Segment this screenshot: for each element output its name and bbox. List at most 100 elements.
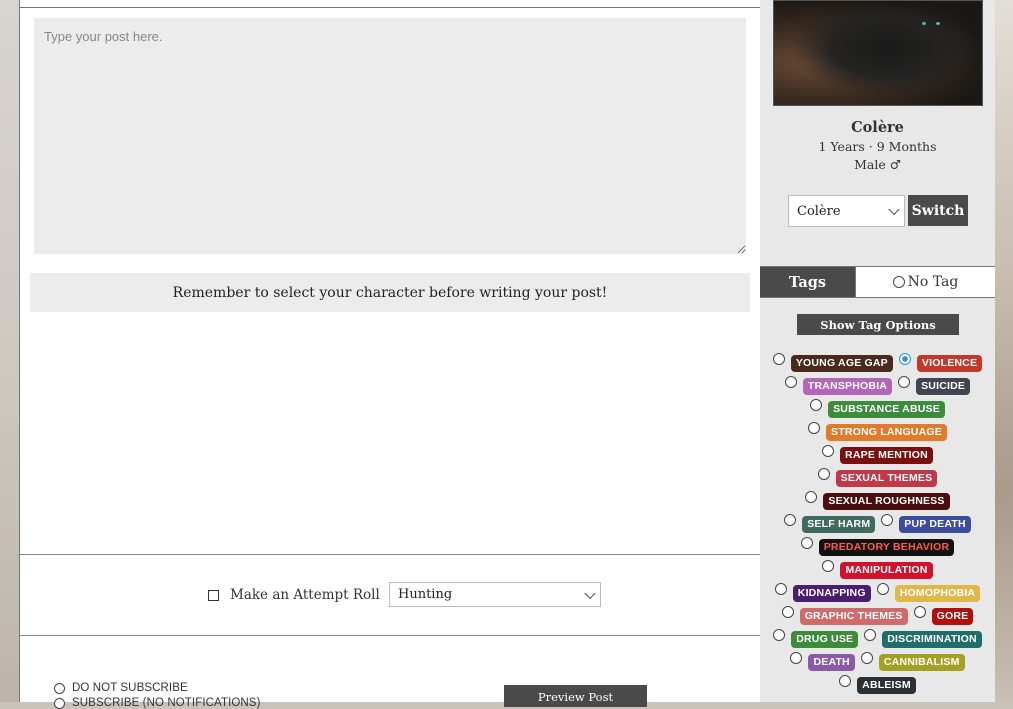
tag-option[interactable]: GORE [913, 606, 974, 625]
tag-radio[interactable] [800, 537, 813, 549]
tag-option[interactable]: PREDATORY BEHAVIOR [800, 537, 955, 556]
no-tag-label: No Tag [907, 274, 959, 290]
tag-label: RAPE MENTION [840, 447, 933, 464]
preview-post-button[interactable]: Preview Post [504, 685, 647, 707]
tag-label: SEXUAL ROUGHNESS [823, 493, 950, 510]
subscribe-option[interactable]: DO NOT SUBSCRIBE [54, 682, 188, 694]
tag-radio[interactable] [773, 629, 786, 641]
tag-option[interactable]: DRUG USE [773, 629, 859, 648]
tag-radio[interactable] [784, 514, 797, 526]
character-age: 1 Years · 9 Months [818, 139, 937, 154]
tag-option[interactable]: MANIPULATION [822, 560, 933, 579]
tag-label: DRUG USE [791, 631, 859, 648]
avatar-eye [936, 22, 940, 25]
post-form: Remember to select your character before… [19, 0, 762, 709]
tag-radio[interactable] [898, 376, 911, 388]
tag-option[interactable]: STRONG LANGUAGE [808, 422, 947, 441]
tag-label: SEXUAL THEMES [835, 470, 938, 487]
page-background-right [995, 0, 1013, 702]
tag-row: ABLEISM [760, 675, 995, 694]
tag-radio[interactable] [860, 652, 873, 664]
tag-row: GRAPHIC THEMES GORE [760, 606, 995, 625]
tags-bar: Tags No Tag [760, 266, 995, 298]
tag-option[interactable]: PUP DEATH [881, 514, 971, 533]
tag-option[interactable]: DISCRIMINATION [864, 629, 982, 648]
tag-option[interactable]: SUICIDE [898, 376, 971, 395]
tag-option[interactable]: YOUNG AGE GAP [772, 353, 893, 372]
subscribe-option-label: SUBSCRIBE (NO NOTIFICATIONS) [72, 697, 261, 709]
tag-option[interactable]: DEATH [790, 652, 855, 671]
tag-option[interactable]: SELF HARM [784, 514, 876, 533]
tag-row: MANIPULATION [760, 560, 995, 579]
character-name: Colère [851, 119, 904, 136]
tag-label: TRANSPHOBIA [802, 378, 893, 395]
tag-label: SUICIDE [916, 378, 971, 395]
tag-radio[interactable] [808, 422, 821, 434]
tag-radio[interactable] [913, 606, 926, 618]
tag-row: SEXUAL ROUGHNESS [760, 491, 995, 510]
tag-label: DISCRIMINATION [882, 631, 982, 648]
attempt-roll-select[interactable]: Hunting [389, 582, 601, 607]
tag-radio[interactable] [839, 675, 852, 687]
character-sex: Male ♂ [854, 157, 901, 172]
tag-radio[interactable] [784, 376, 797, 388]
tag-row: DEATH CANNIBALISM [760, 652, 995, 671]
character-sidebar: Colère 1 Years · 9 Months Male ♂ Colère … [760, 0, 995, 702]
attempt-roll-label[interactable]: Make an Attempt Roll [230, 587, 380, 603]
tag-option[interactable]: SUBSTANCE ABUSE [810, 399, 945, 418]
post-textarea[interactable] [34, 18, 746, 254]
subscribe-option-label: DO NOT SUBSCRIBE [72, 682, 188, 694]
tag-option[interactable]: SEXUAL ROUGHNESS [805, 491, 950, 510]
reminder-text: Remember to select your character before… [172, 284, 608, 301]
tag-label: MANIPULATION [840, 562, 933, 579]
subscribe-option[interactable]: SUBSCRIBE (NO NOTIFICATIONS) [54, 697, 261, 709]
tag-option[interactable]: TRANSPHOBIA [784, 376, 893, 395]
tag-label: HOMOPHOBIA [894, 585, 981, 602]
tag-option[interactable]: RAPE MENTION [822, 445, 933, 464]
character-select[interactable]: Colère [788, 195, 905, 227]
tag-radio[interactable] [817, 468, 830, 480]
tag-option[interactable]: CANNIBALISM [860, 652, 965, 671]
tag-radio[interactable] [864, 629, 877, 641]
tag-label: DEATH [808, 654, 855, 671]
subscribe-radio[interactable] [54, 682, 65, 694]
tag-radio[interactable] [781, 606, 794, 618]
tag-label: SUBSTANCE ABUSE [828, 401, 945, 418]
tag-row: DRUG USE DISCRIMINATION [760, 629, 995, 648]
tag-label: ABLEISM [857, 677, 916, 694]
tag-row: SEXUAL THEMES [760, 468, 995, 487]
no-tag-option[interactable]: No Tag [855, 267, 995, 297]
tag-label: VIOLENCE [916, 355, 983, 372]
tab-tags[interactable]: Tags [760, 267, 855, 297]
tag-radio[interactable] [805, 491, 818, 503]
tag-radio[interactable] [822, 445, 835, 457]
tag-option[interactable]: VIOLENCE [898, 353, 983, 372]
page-background-left [0, 0, 20, 702]
tag-radio[interactable] [898, 353, 911, 365]
show-tag-options-button[interactable]: Show Tag Options [797, 314, 959, 335]
divider [20, 554, 761, 555]
tag-row: RAPE MENTION [760, 445, 995, 464]
tag-label: YOUNG AGE GAP [790, 355, 893, 372]
attempt-roll-checkbox[interactable] [208, 589, 219, 601]
character-selected: Colère [797, 203, 841, 219]
tag-radio[interactable] [876, 583, 889, 595]
tag-option[interactable]: ABLEISM [839, 675, 916, 694]
tag-radio[interactable] [774, 583, 787, 595]
subscribe-radio[interactable] [54, 697, 65, 709]
tag-radio[interactable] [772, 353, 785, 365]
divider [20, 635, 761, 636]
switch-button[interactable]: Switch [908, 195, 968, 226]
tag-radio[interactable] [810, 399, 823, 411]
tag-option[interactable]: HOMOPHOBIA [876, 583, 981, 602]
tag-option[interactable]: SEXUAL THEMES [817, 468, 938, 487]
character-reminder: Remember to select your character before… [30, 273, 750, 312]
tag-label: PUP DEATH [899, 516, 971, 533]
tag-option[interactable]: KIDNAPPING [774, 583, 871, 602]
tag-radio[interactable] [790, 652, 803, 664]
no-tag-radio[interactable] [892, 276, 905, 288]
tag-radio[interactable] [822, 560, 835, 572]
tag-option[interactable]: GRAPHIC THEMES [781, 606, 908, 625]
tag-radio[interactable] [881, 514, 894, 526]
tag-row: YOUNG AGE GAP VIOLENCE [760, 353, 995, 372]
